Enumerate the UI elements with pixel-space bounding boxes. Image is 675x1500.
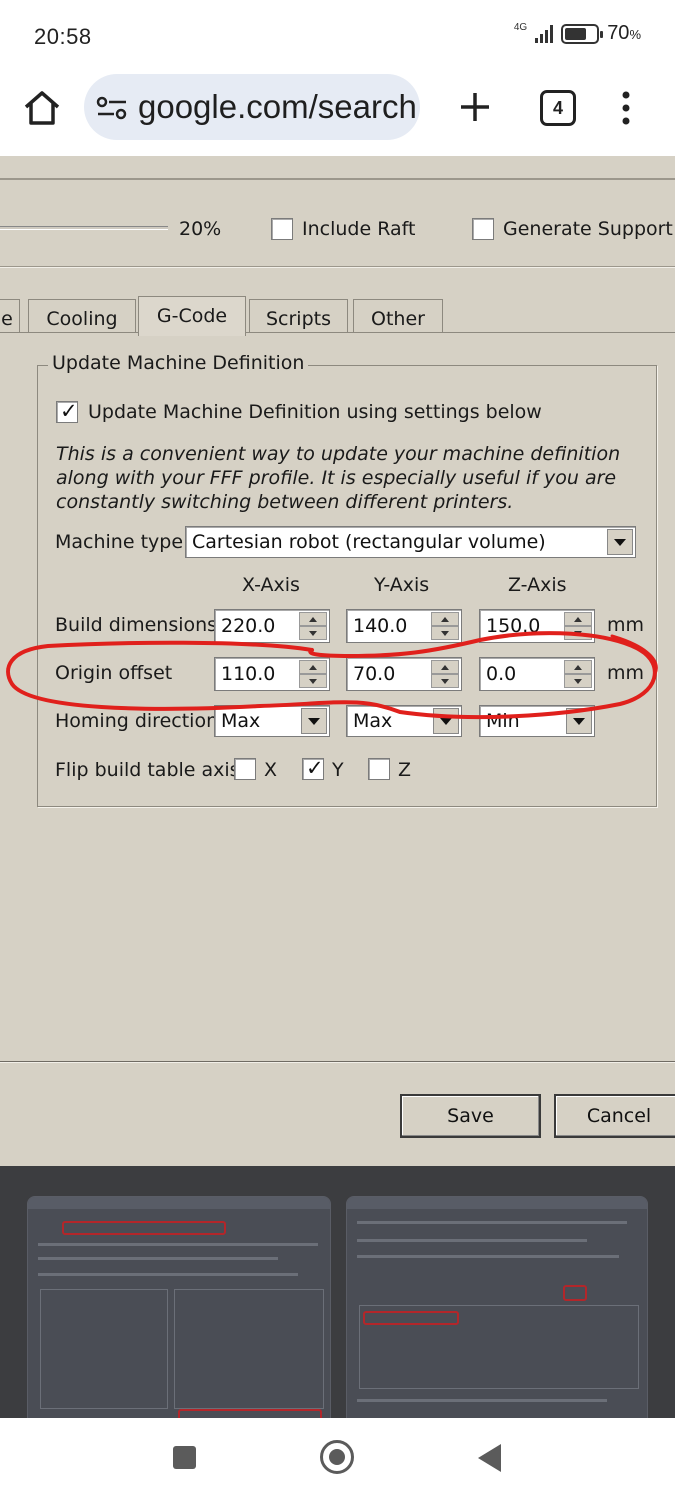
battery-percent: 70% (607, 22, 641, 44)
spin-up-icon[interactable] (564, 612, 592, 626)
build-z-input[interactable]: 150.0 (479, 609, 595, 643)
origin-x-input[interactable]: 110.0 (214, 657, 330, 691)
origin-offset-label: Origin offset (55, 662, 173, 684)
flip-z-label: Z (398, 759, 412, 781)
machine-type-value: Cartesian robot (rectangular volume) (192, 531, 546, 553)
origin-z-input[interactable]: 0.0 (479, 657, 595, 691)
flip-y-checkbox[interactable]: ✓ (302, 756, 324, 780)
tab-other[interactable]: Other (353, 299, 443, 333)
tab-scripts[interactable]: Scripts (249, 299, 348, 333)
cancel-button[interactable]: Cancel (554, 1094, 675, 1138)
status-bar: 20:58 4G 70% (0, 0, 675, 72)
chevron-down-icon[interactable] (566, 708, 592, 734)
chevron-down-icon[interactable] (607, 529, 633, 555)
include-raft-label: Include Raft (302, 218, 416, 240)
menu-icon[interactable] (616, 90, 636, 126)
spin-down-icon[interactable] (564, 626, 592, 640)
generate-support-checkbox[interactable] (472, 218, 494, 240)
homing-x-select[interactable]: Max (214, 705, 330, 737)
tab-switcher-icon[interactable]: 4 (540, 90, 576, 126)
save-button[interactable]: Save (400, 1094, 541, 1138)
spin-up-icon[interactable] (299, 612, 327, 626)
generate-support-label: Generate Support (503, 218, 673, 240)
tab-cooling[interactable]: Cooling (28, 299, 136, 333)
slider-value: 20% (179, 218, 222, 240)
dialog-top-strip (0, 156, 675, 180)
url-text[interactable]: google.com/search (138, 88, 417, 126)
include-raft-checkbox[interactable] (271, 218, 293, 240)
status-icons: 4G 70% (514, 22, 641, 45)
signal-icon (535, 24, 554, 43)
tab-partial[interactable]: e (0, 299, 20, 333)
flip-y-label: Y (332, 759, 344, 781)
battery-icon (561, 23, 604, 44)
build-x-input[interactable]: 220.0 (214, 609, 330, 643)
description-text: This is a convenient way to update your … (56, 443, 621, 513)
build-unit: mm (607, 614, 645, 636)
spin-down-icon[interactable] (431, 626, 459, 640)
machine-type-select[interactable]: Cartesian robot (rectangular volume) (185, 526, 636, 558)
origin-y-input[interactable]: 70.0 (346, 657, 462, 691)
z-axis-header: Z-Axis (508, 574, 567, 596)
homing-y-select[interactable]: Max (346, 705, 462, 737)
spin-up-icon[interactable] (431, 612, 459, 626)
settings-dialog-screenshot: 20% Include Raft Generate Support e Cool… (0, 156, 675, 1166)
flip-x-label: X (264, 759, 278, 781)
spin-up-icon[interactable] (299, 660, 327, 674)
home-icon[interactable] (20, 86, 64, 130)
spin-up-icon[interactable] (564, 660, 592, 674)
spin-up-icon[interactable] (431, 660, 459, 674)
spin-down-icon[interactable] (299, 674, 327, 688)
checkmark-icon: ✓ (60, 399, 78, 423)
recents-icon[interactable] (173, 1446, 196, 1469)
related-image-thumbnail[interactable] (27, 1196, 331, 1418)
flip-axis-label: Flip build table axis (55, 759, 240, 781)
back-icon[interactable] (478, 1444, 501, 1472)
group-title: Update Machine Definition (48, 352, 309, 374)
tab-g-code[interactable]: G-Code (138, 296, 246, 336)
bottom-divider (0, 1061, 675, 1063)
build-dimensions-label: Build dimensions (55, 614, 218, 636)
homing-direction-label: Homing direction (55, 710, 219, 732)
related-image-thumbnail[interactable] (346, 1196, 648, 1418)
chevron-down-icon[interactable] (433, 708, 459, 734)
y-axis-header: Y-Axis (374, 574, 430, 596)
update-machine-checkbox[interactable]: ✓ (56, 399, 78, 423)
infill-slider[interactable] (0, 226, 168, 230)
build-y-input[interactable]: 140.0 (346, 609, 462, 643)
browser-toolbar: google.com/search 4 (0, 72, 675, 156)
network-type: 4G (513, 21, 528, 33)
origin-unit: mm (607, 662, 645, 684)
site-settings-icon[interactable] (96, 95, 128, 121)
homing-z-select[interactable]: Min (479, 705, 595, 737)
flip-z-checkbox[interactable] (368, 758, 390, 780)
system-nav-bar (0, 1418, 675, 1500)
home-circle-icon[interactable] (320, 1440, 354, 1474)
machine-type-label: Machine type (55, 531, 184, 553)
address-bar[interactable]: google.com/search (84, 74, 420, 140)
checkmark-icon: ✓ (306, 756, 324, 780)
chevron-down-icon[interactable] (301, 708, 327, 734)
new-tab-icon[interactable] (456, 88, 494, 126)
related-images-strip (0, 1166, 675, 1418)
spin-down-icon[interactable] (299, 626, 327, 640)
spin-down-icon[interactable] (564, 674, 592, 688)
update-machine-label: Update Machine Definition using settings… (88, 401, 542, 423)
section-divider (0, 266, 675, 268)
flip-x-checkbox[interactable] (234, 758, 256, 780)
status-time: 20:58 (34, 24, 92, 49)
x-axis-header: X-Axis (242, 574, 300, 596)
spin-down-icon[interactable] (431, 674, 459, 688)
tab-count: 4 (552, 97, 563, 118)
battery-fill (565, 27, 587, 40)
